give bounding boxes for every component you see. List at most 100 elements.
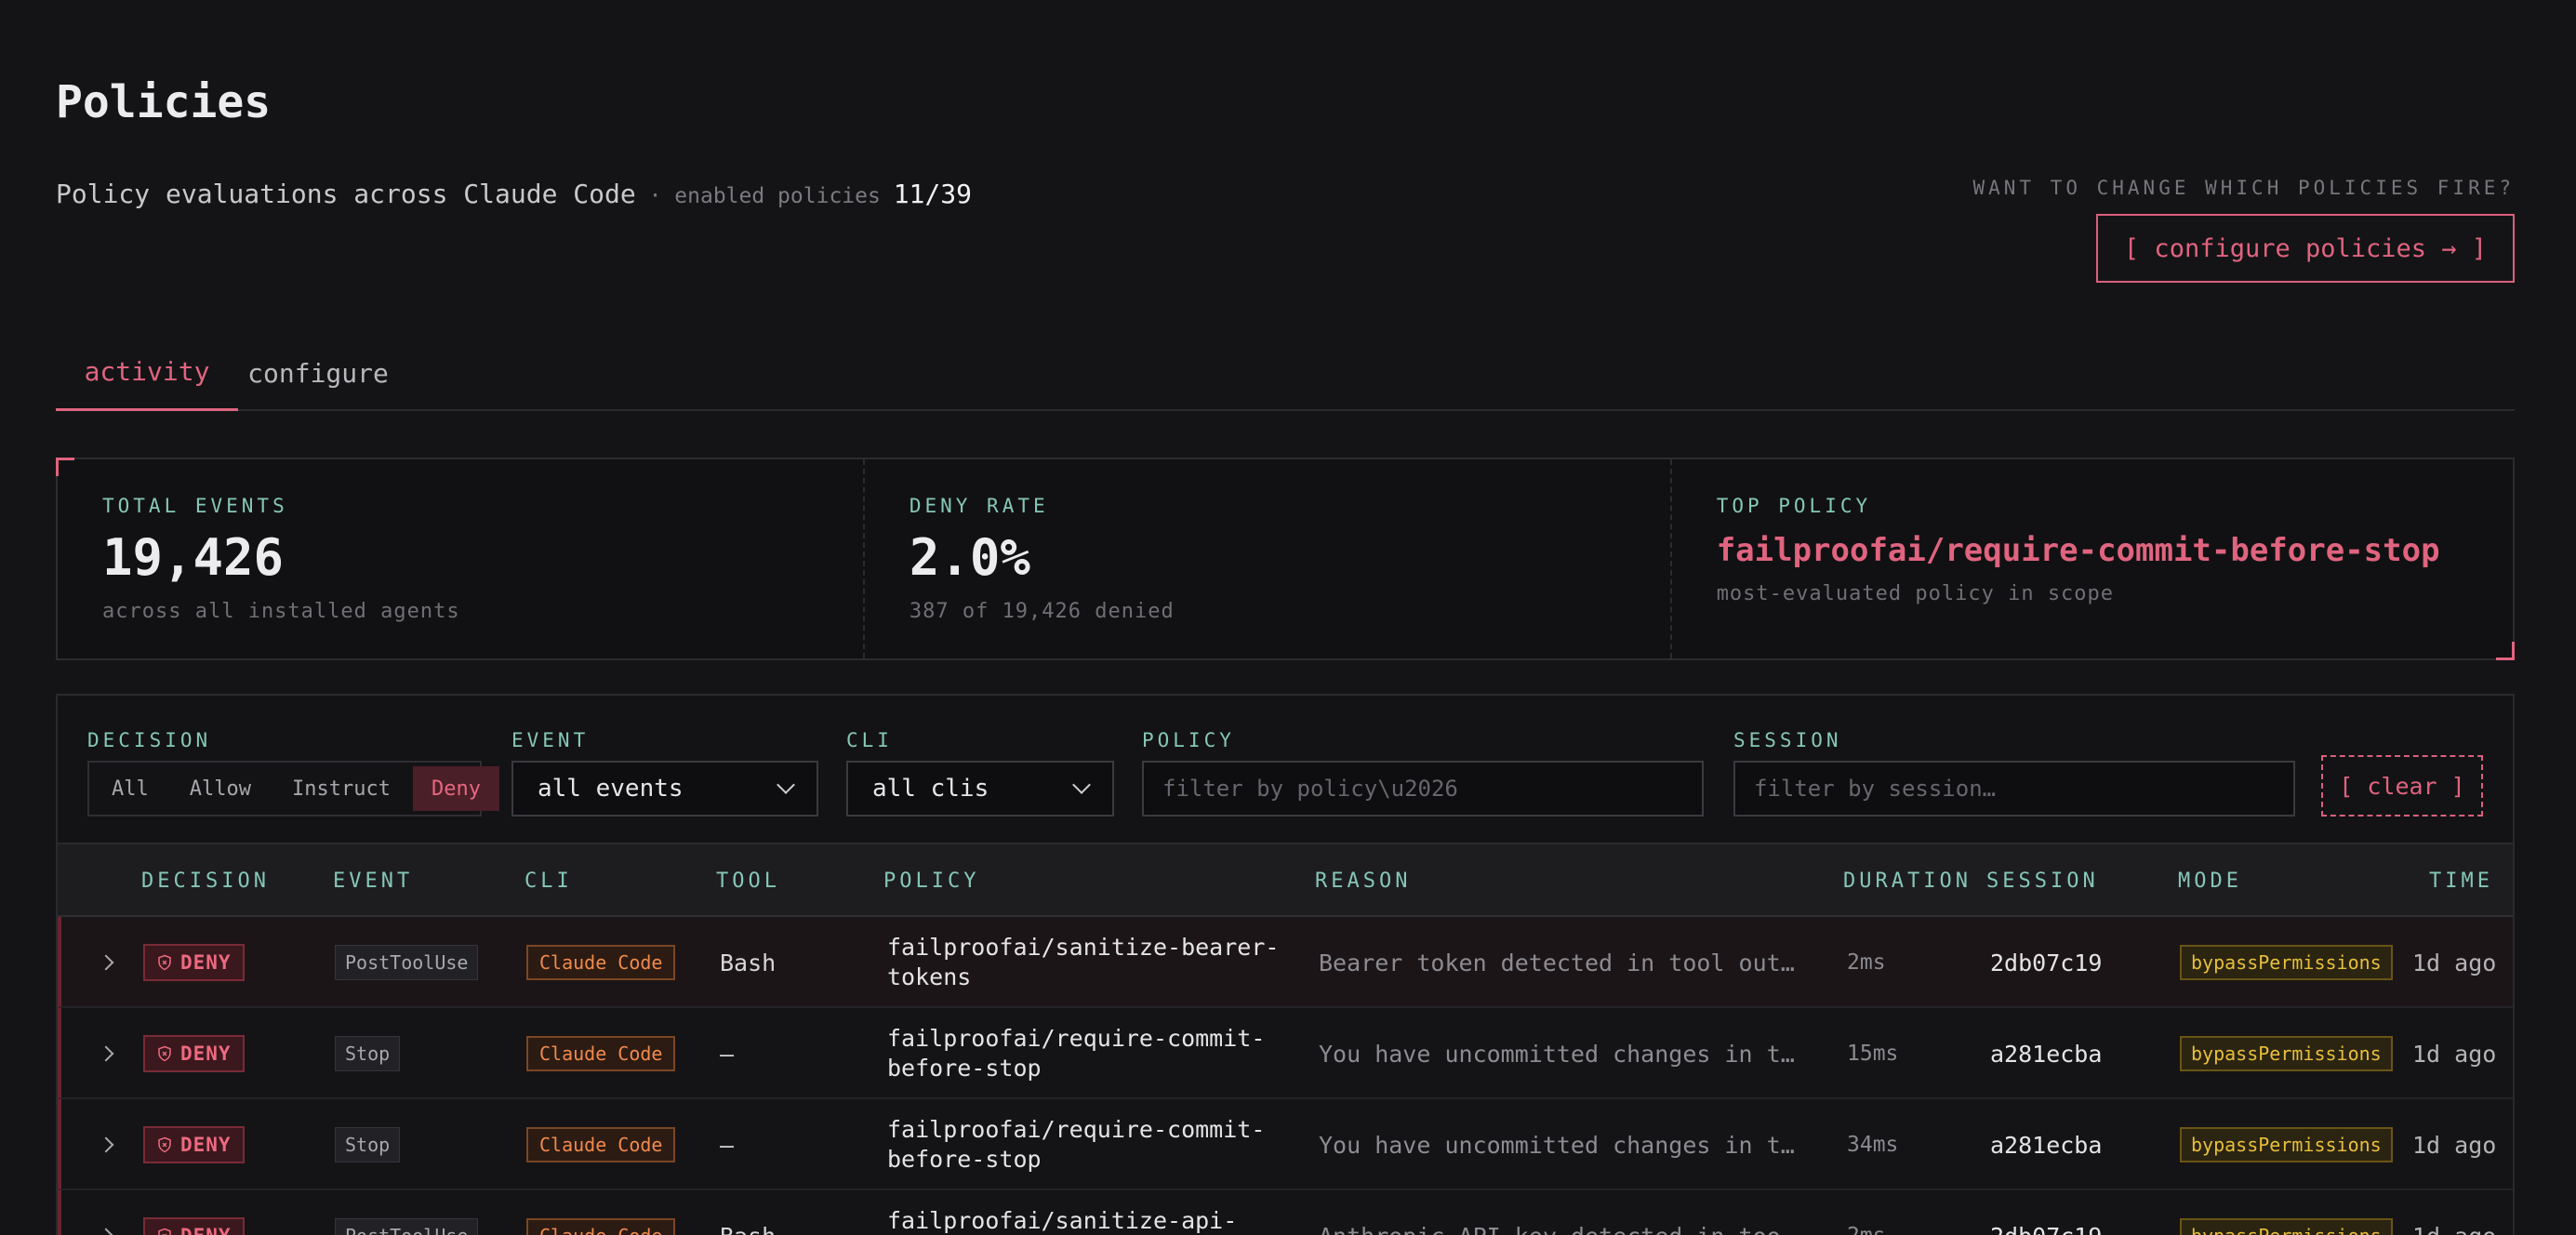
chevron-right-icon [98,954,114,971]
duration-cell: 2ms [1847,950,1886,975]
table-row[interactable]: DENY PostToolUse Claude Code Bash failpr… [58,1190,2513,1235]
column-header-time: TIME [2429,869,2493,893]
stat-label: DENY RATE [909,495,1049,517]
decision-option-instruct[interactable]: Instruct [273,766,409,811]
deny-badge: DENY [143,1035,245,1072]
session-cell[interactable]: a281ecba [1990,1099,2102,1190]
tool-cell: Bash [720,1190,776,1235]
configure-policies-button[interactable]: [ configure policies → ] [2096,214,2515,283]
reason-cell: Anthropic API key detected in tool… [1319,1190,1802,1235]
table-row[interactable]: DENY PostToolUse Claude Code Bash failpr… [58,917,2513,1008]
configure-cta-label: WANT TO CHANGE WHICH POLICIES FIRE? [1972,177,2515,199]
mode-cell: bypassPermissions [2180,1190,2393,1235]
page-subtitle: Policy evaluations across Claude Code · … [56,179,972,209]
row-expander[interactable] [98,1099,114,1190]
row-expander[interactable] [98,1008,114,1099]
duration-cell: 2ms [1847,1190,1886,1235]
shield-x-icon [158,1045,171,1062]
mode-badge: bypassPermissions [2180,1218,2393,1235]
decision-cell: DENY [143,1008,245,1099]
tab-configure[interactable]: configure [247,335,389,411]
reason-text: You have uncommitted changes in the… [1319,1040,1802,1068]
policies-page: Policies Policy evaluations across Claud… [0,0,2576,1235]
table-row[interactable]: DENY Stop Claude Code — failproofai/requ… [58,1099,2513,1190]
event-badge: PostToolUse [335,1218,479,1235]
event-badge: PostToolUse [335,945,479,980]
stat-value: failproofai/require-commit-before-stop [1716,532,2440,569]
enabled-policies-count: 11/39 [893,179,972,209]
row-expander[interactable] [98,917,114,1008]
tab-activity[interactable]: activity [56,335,238,411]
cli-select-value: all clis [872,775,989,803]
event-select[interactable]: all events [511,761,818,817]
column-header-session: SESSION [1986,869,2099,893]
table-row[interactable]: DENY Stop Claude Code — failproofai/requ… [58,1008,2513,1099]
column-header-policy: POLICY [883,869,980,893]
stat-sub: 387 of 19,426 denied [909,600,1175,623]
policy-filter-input[interactable] [1142,761,1704,817]
stats-panel: TOTAL EVENTS 19,426 across all installed… [56,458,2515,660]
row-expander[interactable] [98,1190,114,1235]
decision-option-deny[interactable]: Deny [412,766,499,811]
time-cell: 1d ago [2412,1131,2497,1159]
session-filter-input[interactable] [1733,761,2295,817]
stat-value: 19,426 [102,528,285,587]
session-cell[interactable]: a281ecba [1990,1008,2102,1099]
cli-badge: Claude Code [526,1127,676,1162]
cli-badge: Claude Code [526,1036,676,1071]
shield-x-icon [158,954,171,971]
event-cell: Stop [335,1099,401,1190]
mode-cell: bypassPermissions [2180,1099,2393,1190]
cli-badge: Claude Code [526,1218,676,1235]
column-header-event: EVENT [333,869,414,893]
column-header-cli: CLI [524,869,573,893]
cli-select[interactable]: all clis [846,761,1114,817]
event-cell: PostToolUse [335,917,479,1008]
event-cell: Stop [335,1008,401,1099]
stat-top-policy: TOP POLICY failproofai/require-commit-be… [1672,459,2513,658]
stat-total-events: TOTAL EVENTS 19,426 across all installed… [58,459,865,658]
policy-name: failproofai/sanitize-bearer-tokens [887,934,1280,990]
tool-cell: — [720,1040,735,1068]
cli-cell: Claude Code [526,1190,676,1235]
column-header-mode: MODE [2178,869,2242,893]
stat-value: 2.0% [909,528,1030,587]
mode-badge: bypassPermissions [2180,1036,2393,1071]
session-cell[interactable]: 2db07c19 [1990,1190,2102,1235]
session-filter-label: SESSION [1733,729,1842,751]
policy-filter-label: POLICY [1142,729,1235,751]
corner-accent [2496,642,2515,660]
reason-text: Bearer token detected in tool output [1319,949,1802,976]
duration-cell: 15ms [1847,1042,1899,1066]
enabled-policies-label: enabled policies [674,184,894,208]
subtitle-separator: · [635,184,675,208]
session-cell[interactable]: 2db07c19 [1990,917,2102,1008]
time-cell: 1d ago [2412,1190,2496,1235]
decision-option-allow[interactable]: Allow [171,766,270,811]
shield-x-icon [158,1136,171,1153]
deny-badge-label: DENY [180,951,232,974]
policy-cell: failproofai/require-commit-before-stop [887,1099,1287,1190]
filter-bar: DECISION All Allow Instruct Deny EVENT a… [56,694,2515,843]
tool-cell: Bash [720,949,777,976]
decision-option-all[interactable]: All [93,766,167,811]
clear-filters-button[interactable]: [ clear ] [2321,755,2483,817]
reason-text: You have uncommitted changes in the… [1319,1131,1802,1159]
time-cell: 1d ago [2412,1040,2497,1068]
reason-cell: You have uncommitted changes in the… [1319,1008,1802,1099]
column-header-tool: TOOL [716,869,780,893]
deny-badge: DENY [143,944,245,981]
event-select-value: all events [538,775,684,803]
policy-name: failproofai/require-commit-before-stop [887,1116,1266,1173]
page-title: Policies [56,76,272,128]
deny-badge-label: DENY [180,1225,232,1235]
stat-deny-rate: DENY RATE 2.0% 387 of 19,426 denied [865,459,1672,658]
policy-name: failproofai/require-commit-before-stop [887,1025,1266,1082]
cli-cell: Claude Code [526,917,676,1008]
mode-badge: bypassPermissions [2180,1127,2393,1162]
chevron-down-icon [777,776,795,794]
tool-cell: — [720,1131,735,1159]
tab-bar: activity configure [56,335,2515,411]
cli-cell: Claude Code [526,1099,676,1190]
shield-x-icon [158,1228,171,1235]
